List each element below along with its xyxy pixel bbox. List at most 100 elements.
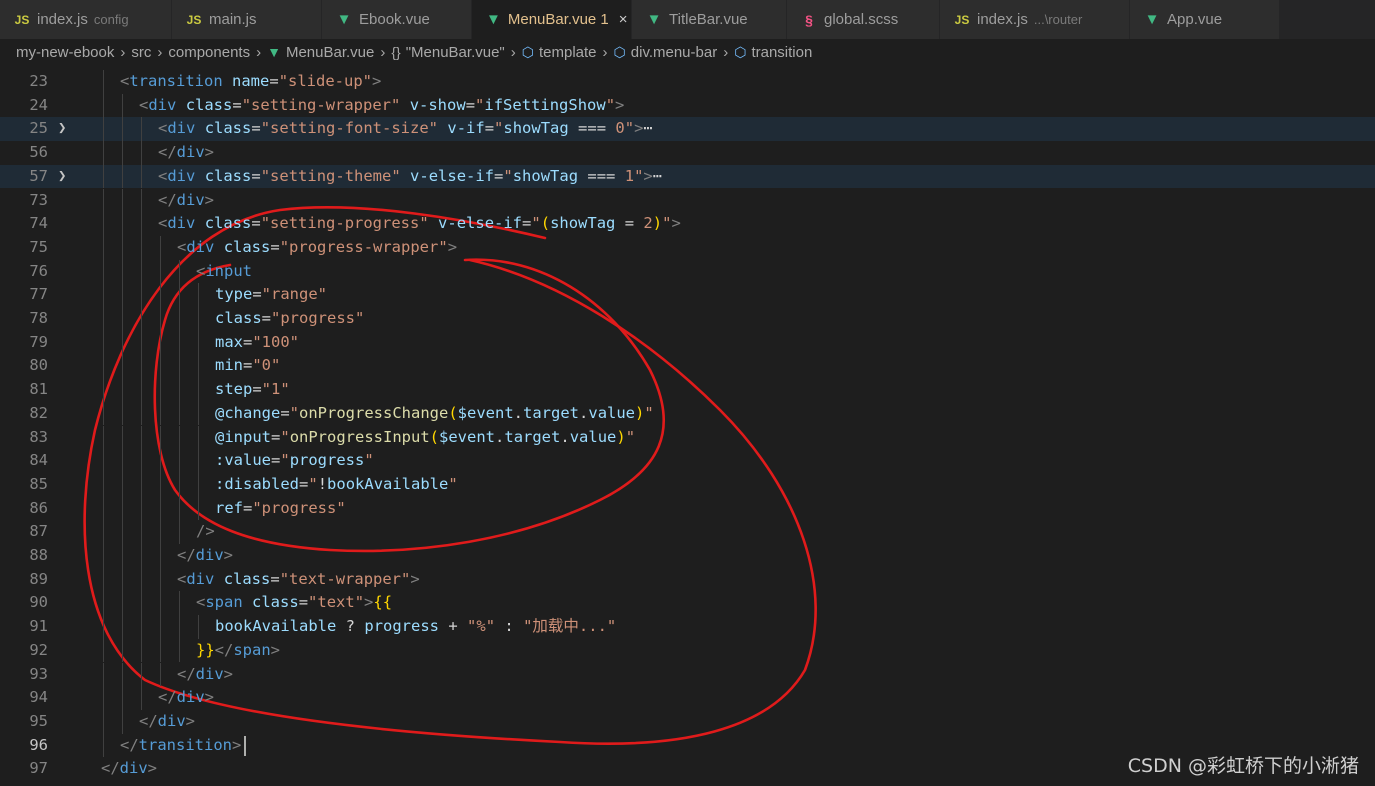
code-line[interactable]: 81 step="1" xyxy=(0,378,1375,402)
close-icon[interactable]: × xyxy=(619,11,628,28)
code-line[interactable]: 73 </div> xyxy=(0,189,1375,213)
tab-index-js[interactable]: JS index.js ...\router xyxy=(940,0,1130,39)
line-number: 24 xyxy=(29,95,48,114)
code-line[interactable]: 88 </div> xyxy=(0,544,1375,568)
breadcrumb-item[interactable]: ⬡ transition xyxy=(734,44,812,61)
code-text: <transition name="slide-up"> xyxy=(120,72,382,90)
code-line[interactable]: 92}}</span> xyxy=(0,639,1375,663)
line-number: 86 xyxy=(29,498,48,517)
chevron-right-icon: › xyxy=(120,44,126,61)
indent-guide xyxy=(198,378,199,402)
tab-main-js[interactable]: JS main.js xyxy=(172,0,322,39)
tab-titlebar-vue[interactable]: ▼ TitleBar.vue xyxy=(632,0,787,39)
indent-guide xyxy=(141,496,142,521)
code-text: :disabled="!bookAvailable" xyxy=(215,474,458,493)
code-text: </div> xyxy=(139,711,196,730)
breadcrumb-item[interactable]: {} "MenuBar.vue" xyxy=(391,44,504,61)
indent-guide xyxy=(122,544,123,568)
fold-chevron-icon[interactable]: ❯ xyxy=(58,117,66,141)
indent-guide xyxy=(103,449,104,473)
vue-file-icon: ▼ xyxy=(1144,11,1160,28)
code-line[interactable]: 56 </div> xyxy=(0,141,1375,165)
indent-guide xyxy=(160,591,161,616)
code-text: <div class="setting-progress" v-else-if=… xyxy=(158,214,681,233)
breadcrumb-item[interactable]: ▼ MenuBar.vue xyxy=(267,44,374,61)
code-text: </transition> xyxy=(120,735,242,754)
breadcrumb-label: "MenuBar.vue" xyxy=(405,44,505,61)
code-line[interactable]: 23 <transition name="slide-up"> xyxy=(0,70,1375,94)
chevron-right-icon: › xyxy=(157,44,163,61)
code-line[interactable]: 84:value="progress" xyxy=(0,449,1375,473)
indent-guide xyxy=(122,307,123,331)
fold-chevron-icon[interactable]: ❯ xyxy=(58,165,66,189)
code-line[interactable]: 25 ❯ <div class="setting-font-size" v-if="… xyxy=(0,117,1375,142)
code-text: ref="progress" xyxy=(215,498,346,517)
indent-guide xyxy=(141,615,142,639)
indent-guide xyxy=(198,354,199,379)
code-line[interactable]: 90 <span class="text">{{ xyxy=(0,591,1375,615)
indent-guide xyxy=(179,591,180,616)
code-line[interactable]: 87 /> xyxy=(0,520,1375,544)
breadcrumb-item[interactable]: components xyxy=(168,44,250,61)
indent-guide xyxy=(141,449,142,473)
breadcrumb-item[interactable]: ⬡ div.menu-bar xyxy=(614,44,718,61)
tab-global-scss[interactable]: § global.scss xyxy=(787,0,940,39)
code-line[interactable]: 78 class="progress" xyxy=(0,307,1375,331)
code-line[interactable]: 91 bookAvailable ? progress + "%" : "加载中.… xyxy=(0,615,1375,639)
indent-guide xyxy=(160,615,161,639)
code-editor[interactable]: 23 <transition name="slide-up"> 24 <div cla… xyxy=(0,70,1375,786)
indent-guide xyxy=(103,354,104,379)
code-text: :value="progress" xyxy=(215,451,374,470)
indent-guide xyxy=(103,472,104,497)
chevron-right-icon: › xyxy=(510,44,516,61)
tab-ebook-vue[interactable]: ▼ Ebook.vue xyxy=(322,0,472,39)
code-text: min="0" xyxy=(215,356,281,375)
line-number: 92 xyxy=(29,640,48,659)
code-line[interactable]: 57 ❯ <div class="setting-theme" v-else-if=… xyxy=(0,164,1375,189)
code-text: type="range" xyxy=(215,285,327,304)
indent-guide xyxy=(160,425,161,450)
code-line[interactable]: 86 ref="progress" xyxy=(0,497,1375,521)
code-line[interactable]: 83 @input="onProgressInput($event.target.… xyxy=(0,426,1375,450)
indent-guide xyxy=(179,615,180,639)
code-line[interactable]: 75 <div class="progress-wrapper"> xyxy=(0,236,1375,260)
code-line[interactable]: 76 <input xyxy=(0,260,1375,284)
indent-guide xyxy=(103,141,104,165)
code-line[interactable]: 89 <div class="text-wrapper"> xyxy=(0,568,1375,592)
code-line[interactable]: 80 min="0" xyxy=(0,354,1375,378)
indent-guide xyxy=(179,330,180,355)
breadcrumb-item[interactable]: src xyxy=(131,44,151,61)
tab-menubar-vue-1[interactable]: ▼ MenuBar.vue 1 × xyxy=(472,0,632,39)
code-line[interactable]: 95 </div> xyxy=(0,710,1375,734)
editor-tab-bar: JS index.js config JS main.js ▼ Ebook.vue ▼ Menu… xyxy=(0,0,1375,39)
code-line[interactable]: 94 </div> xyxy=(0,686,1375,710)
indent-guide xyxy=(103,544,104,568)
code-text: </div> xyxy=(177,546,234,564)
code-line[interactable]: 85 :disabled="!bookAvailable" xyxy=(0,473,1375,497)
breadcrumb-item[interactable]: my-new-ebook xyxy=(16,44,114,61)
indent-guide xyxy=(122,520,123,544)
code-text: step="1" xyxy=(215,380,290,399)
tab-index-js[interactable]: JS index.js config xyxy=(0,0,172,39)
line-number: 89 xyxy=(29,569,48,588)
code-text: <input xyxy=(196,261,253,280)
code-line[interactable]: 24 <div class="setting-wrapper" v-show="i… xyxy=(0,94,1375,118)
indent-guide xyxy=(141,307,142,331)
code-line[interactable]: 79 max="100" xyxy=(0,331,1375,355)
js-file-icon: JS xyxy=(14,12,30,27)
line-number: 73 xyxy=(29,190,48,209)
indent-guide xyxy=(160,472,161,497)
indent-guide xyxy=(160,378,161,402)
tab-label: MenuBar.vue 1 xyxy=(507,11,609,28)
code-text: </div> xyxy=(158,143,215,162)
indent-guide xyxy=(122,212,123,236)
breadcrumb-item[interactable]: ⬡ template xyxy=(522,44,597,61)
code-line[interactable]: 74 <div class="setting-progress" v-else-i… xyxy=(0,212,1375,236)
tab-app-vue[interactable]: ▼ App.vue xyxy=(1130,0,1280,39)
indent-guide xyxy=(179,378,180,402)
indent-guide xyxy=(160,235,161,260)
code-line[interactable]: 82 @change="onProgressChange($event.targe… xyxy=(0,402,1375,426)
code-line[interactable]: 93 </div> xyxy=(0,663,1375,687)
line-number: 85 xyxy=(29,474,48,493)
code-line[interactable]: 77 type="range" xyxy=(0,283,1375,307)
